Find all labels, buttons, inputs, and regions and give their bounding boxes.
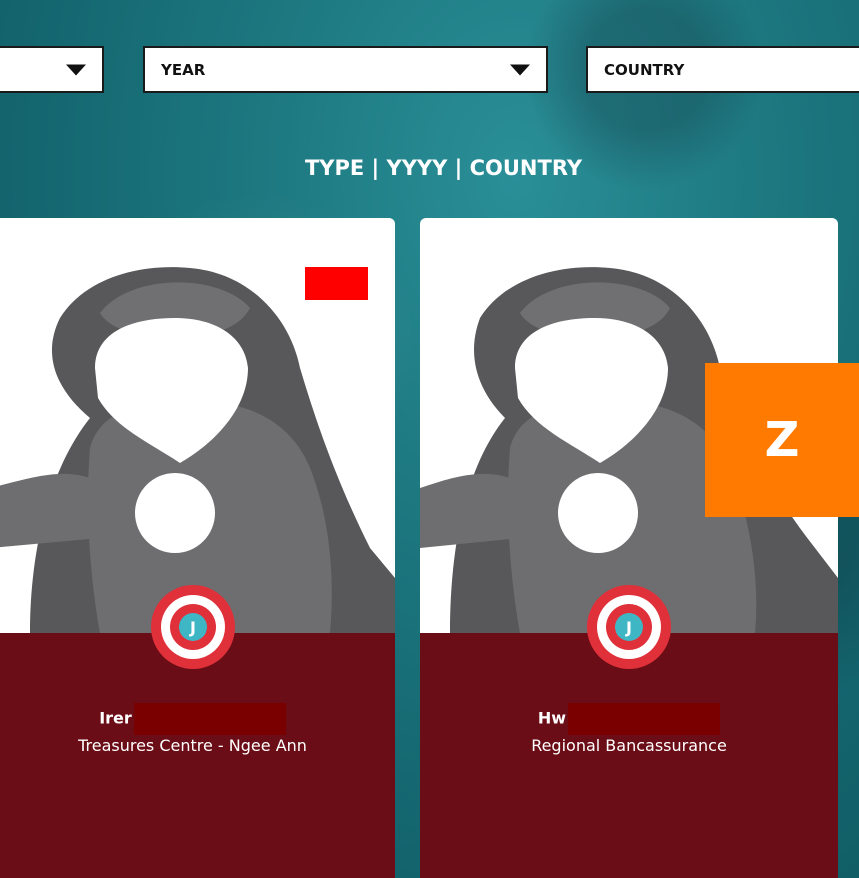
card-department: Regional Bancassurance bbox=[531, 736, 727, 755]
results-subtitle: TYPE | YYYY | COUNTRY bbox=[304, 156, 583, 180]
year-dropdown-label: YEAR bbox=[161, 60, 206, 79]
badge-letter: J bbox=[625, 618, 632, 637]
type-dropdown[interactable] bbox=[0, 46, 104, 93]
profile-card[interactable]: J J Irer Treasures Centre - Ngee Ann bbox=[0, 218, 395, 878]
card-name-text: Irer bbox=[99, 708, 132, 728]
redaction-bar bbox=[133, 703, 286, 735]
shield-badge-icon: J bbox=[587, 585, 671, 669]
profile-card[interactable]: J J Hw Regional Bancassurance bbox=[420, 218, 838, 878]
redaction-bar bbox=[568, 703, 721, 735]
country-dropdown-label: COUNTRY bbox=[604, 60, 685, 79]
card-name: Hw bbox=[420, 703, 838, 735]
red-tag bbox=[305, 267, 368, 300]
chevron-down-icon bbox=[66, 64, 86, 75]
badge-letter: J bbox=[189, 618, 196, 637]
chevron-down-icon bbox=[510, 64, 530, 75]
card-department: Treasures Centre - Ngee Ann bbox=[78, 736, 307, 755]
helmet-letter: J bbox=[585, 312, 603, 358]
overlay-z-marker: Z bbox=[705, 363, 859, 517]
country-dropdown[interactable]: COUNTRY bbox=[586, 46, 859, 93]
card-name: Irer bbox=[0, 703, 395, 735]
shield-badge-icon: J bbox=[150, 585, 235, 669]
helmet-letter: J bbox=[165, 312, 183, 358]
year-dropdown[interactable]: YEAR bbox=[143, 46, 548, 93]
card-name-text: Hw bbox=[537, 708, 567, 728]
